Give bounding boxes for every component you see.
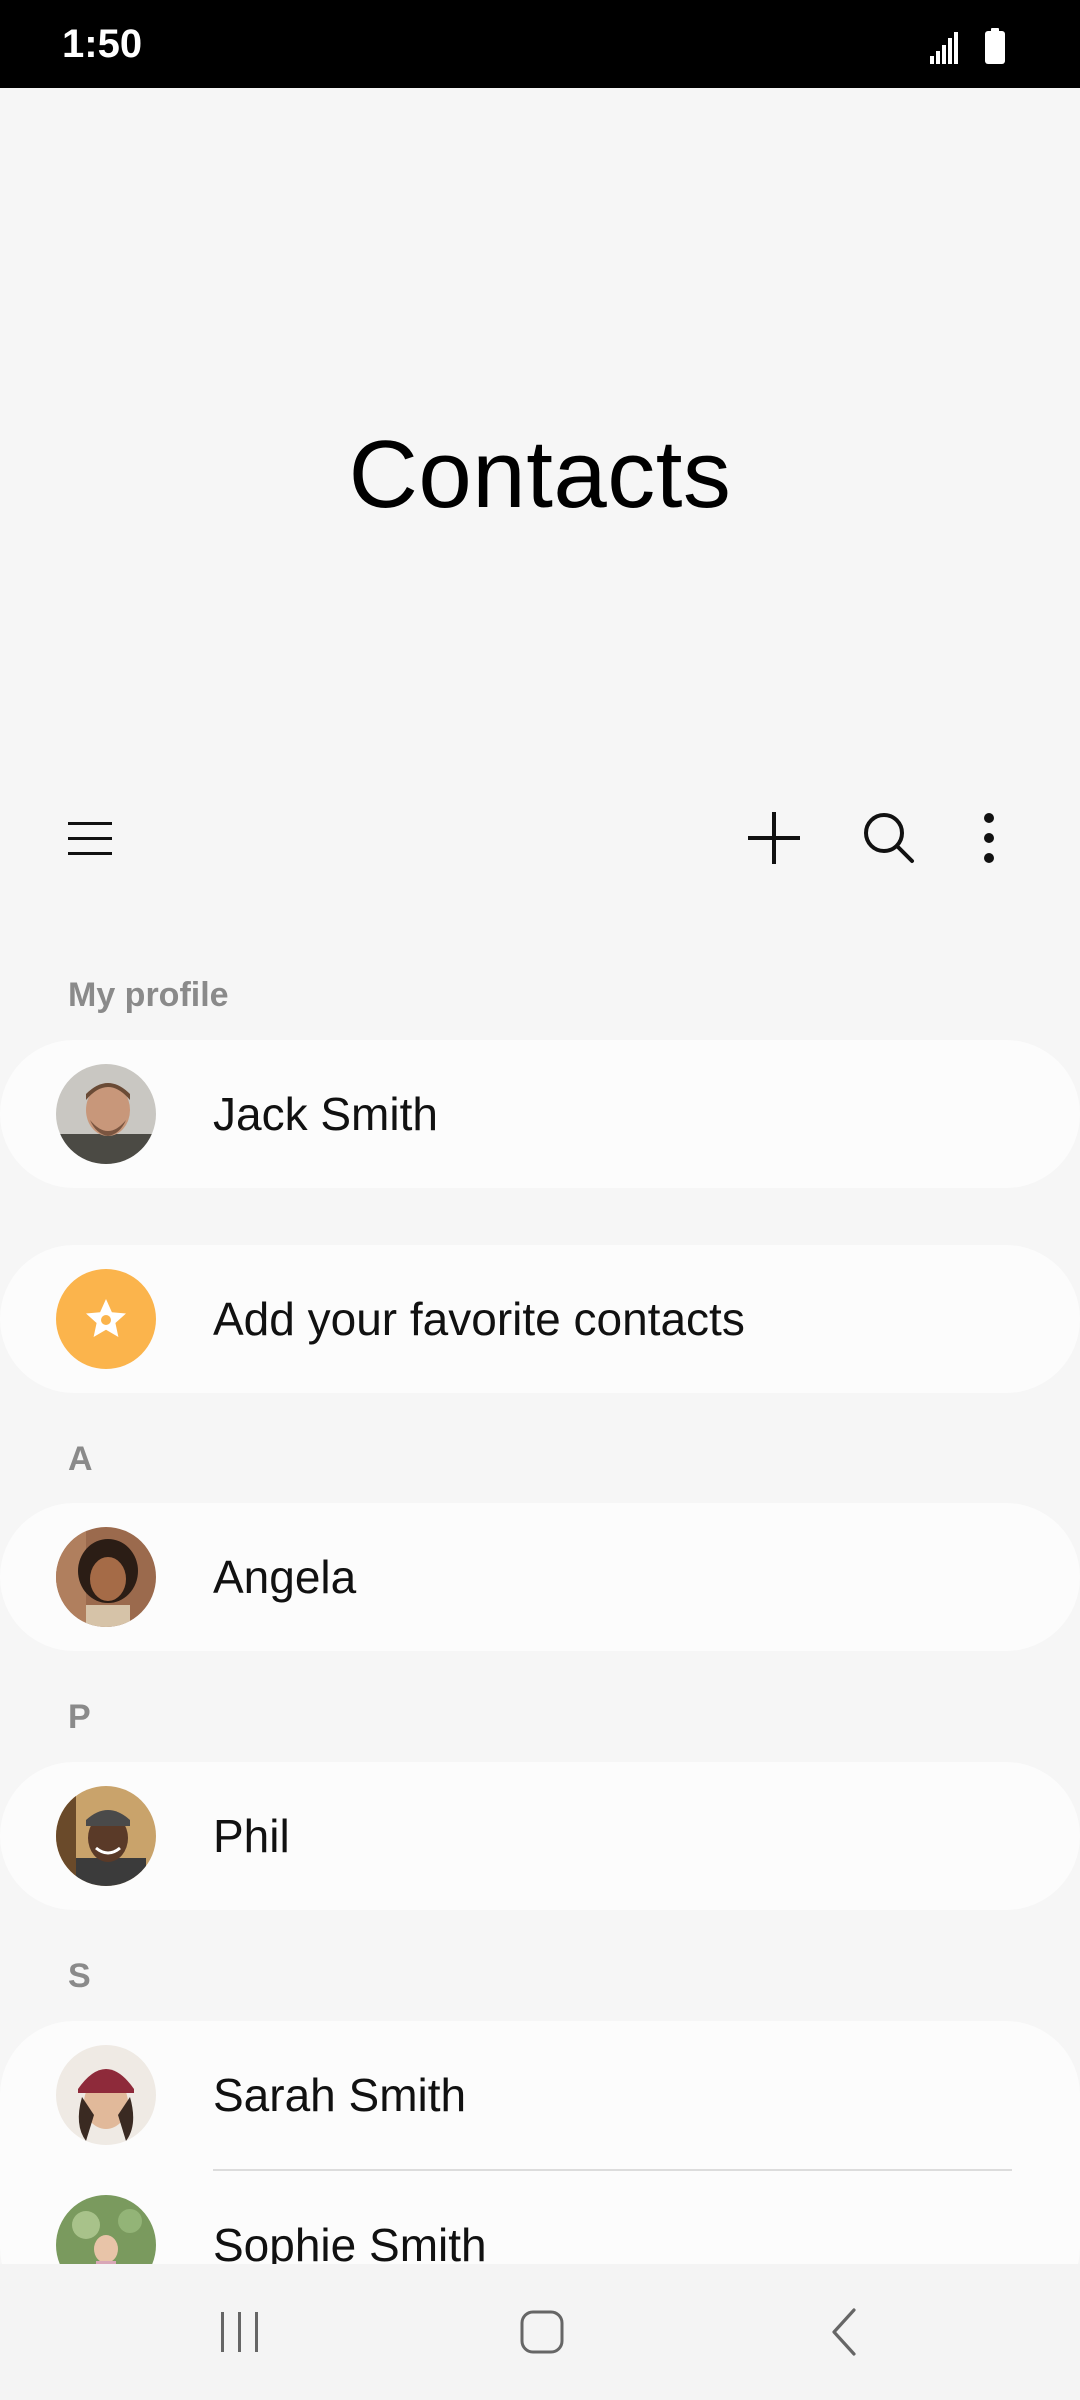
contact-photo-icon <box>56 1527 156 1627</box>
avatar <box>56 1786 156 1886</box>
contact-name: Sarah Smith <box>213 2069 467 2121</box>
favorites-row[interactable]: Add your favorite contacts <box>0 1245 1080 1393</box>
favorite-badge <box>56 1269 156 1369</box>
profile-card[interactable]: Jack Smith <box>0 1040 1080 1188</box>
back-icon <box>832 2308 856 2356</box>
profile-photo-icon <box>56 1064 156 1164</box>
recent-apps-button[interactable] <box>190 2292 290 2372</box>
contact-row-sarah-smith[interactable]: Sarah Smith <box>0 2021 1080 2169</box>
contact-photo-icon <box>56 2045 156 2145</box>
contact-row-phil[interactable]: Phil <box>0 1762 1080 1910</box>
contact-photo-icon <box>56 1786 156 1886</box>
contact-name: Phil <box>213 1810 290 1862</box>
favorites-label: Add your favorite contacts <box>213 1293 745 1345</box>
contact-row-angela[interactable]: Angela <box>0 1503 1080 1651</box>
home-button[interactable] <box>492 2292 592 2372</box>
menu-icon <box>68 822 112 855</box>
avatar <box>56 1064 156 1164</box>
signal-icon <box>930 32 958 64</box>
page-title: Contacts <box>348 421 732 528</box>
contact-name: Angela <box>213 1551 357 1603</box>
section-header-p: P <box>68 1698 91 1736</box>
search-icon <box>864 813 914 863</box>
section-card-p: Phil <box>0 1762 1080 1910</box>
avatar <box>56 2045 156 2145</box>
battery-icon <box>985 28 1005 64</box>
profile-row[interactable]: Jack Smith <box>0 1040 1080 1188</box>
section-header-my-profile: My profile <box>68 976 229 1014</box>
back-button[interactable] <box>796 2292 896 2372</box>
status-time: 1:50 <box>62 22 143 66</box>
section-header-a: A <box>68 1440 93 1478</box>
more-options-icon <box>984 813 994 863</box>
search-button[interactable] <box>849 798 929 878</box>
add-contact-button[interactable] <box>734 798 814 878</box>
menu-button[interactable] <box>51 798 131 878</box>
status-icons <box>900 22 1020 72</box>
avatar <box>56 1527 156 1627</box>
status-bar: 1:50 <box>0 0 1080 88</box>
add-icon <box>748 812 800 864</box>
more-options-button[interactable] <box>949 798 1029 878</box>
section-header-s: S <box>68 1957 91 1995</box>
favorites-card[interactable]: Add your favorite contacts <box>0 1245 1080 1393</box>
home-icon <box>520 2310 564 2354</box>
recent-apps-icon <box>221 2312 258 2352</box>
section-card-a: Angela <box>0 1503 1080 1651</box>
navigation-bar <box>0 2264 1080 2400</box>
star-icon <box>86 1299 126 1337</box>
profile-name: Jack Smith <box>213 1088 438 1140</box>
